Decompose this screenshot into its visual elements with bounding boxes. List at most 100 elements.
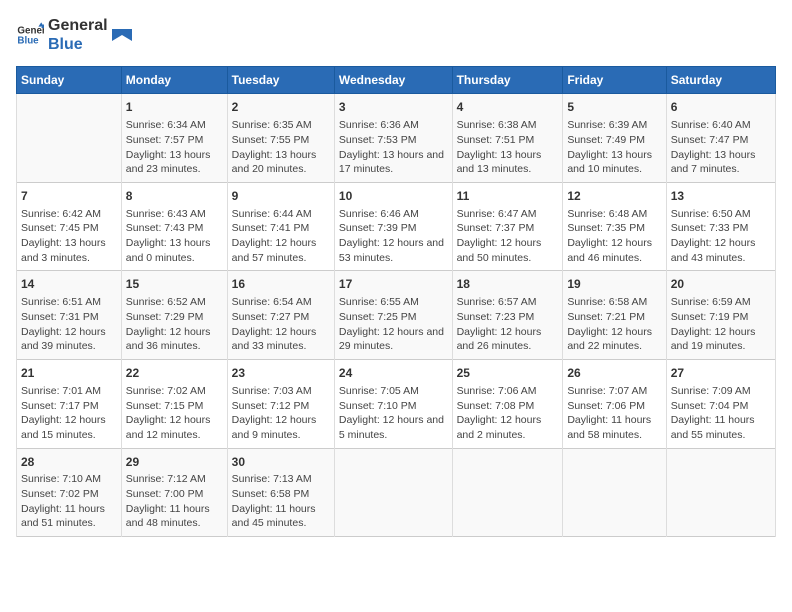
logo-chevron-icon xyxy=(112,25,132,45)
calendar-cell: 9 Sunrise: 6:44 AM Sunset: 7:41 PM Daylig… xyxy=(227,182,334,271)
day-content: Sunrise: 6:34 AM Sunset: 7:57 PM Dayligh… xyxy=(126,118,223,177)
day-content: Sunrise: 7:12 AM Sunset: 7:00 PM Dayligh… xyxy=(126,472,223,531)
day-number: 1 xyxy=(126,99,223,116)
logo-general: General xyxy=(48,16,108,35)
day-number: 16 xyxy=(232,276,330,293)
day-number: 7 xyxy=(21,188,117,205)
calendar-cell: 12 Sunrise: 6:48 AM Sunset: 7:35 PM Dayli… xyxy=(563,182,666,271)
day-content: Sunrise: 6:54 AM Sunset: 7:27 PM Dayligh… xyxy=(232,295,330,354)
day-content: Sunrise: 7:09 AM Sunset: 7:04 PM Dayligh… xyxy=(671,384,771,443)
day-number: 15 xyxy=(126,276,223,293)
day-content: Sunrise: 6:57 AM Sunset: 7:23 PM Dayligh… xyxy=(457,295,559,354)
calendar-cell: 5 Sunrise: 6:39 AM Sunset: 7:49 PM Daylig… xyxy=(563,94,666,183)
day-content: Sunrise: 6:50 AM Sunset: 7:33 PM Dayligh… xyxy=(671,207,771,266)
day-number: 19 xyxy=(567,276,661,293)
calendar-cell: 24Sunrise: 7:05 AM Sunset: 7:10 PM Dayli… xyxy=(334,360,452,449)
day-content: Sunrise: 6:40 AM Sunset: 7:47 PM Dayligh… xyxy=(671,118,771,177)
calendar-cell: 25 Sunrise: 7:06 AM Sunset: 7:08 PM Dayli… xyxy=(452,360,563,449)
day-content: Sunrise: 7:02 AM Sunset: 7:15 PM Dayligh… xyxy=(126,384,223,443)
calendar-cell: 29Sunrise: 7:12 AM Sunset: 7:00 PM Dayli… xyxy=(121,448,227,537)
calendar-cell: 6 Sunrise: 6:40 AM Sunset: 7:47 PM Daylig… xyxy=(666,94,775,183)
day-content: Sunrise: 6:39 AM Sunset: 7:49 PM Dayligh… xyxy=(567,118,661,177)
day-content: Sunrise: 6:59 AM Sunset: 7:19 PM Dayligh… xyxy=(671,295,771,354)
calendar-header-row: SundayMondayTuesdayWednesdayThursdayFrid… xyxy=(17,67,776,94)
calendar-cell: 14 Sunrise: 6:51 AM Sunset: 7:31 PM Dayli… xyxy=(17,271,122,360)
day-content: Sunrise: 7:13 AM Sunset: 6:58 PM Dayligh… xyxy=(232,472,330,531)
day-number: 4 xyxy=(457,99,559,116)
calendar-table: SundayMondayTuesdayWednesdayThursdayFrid… xyxy=(16,66,776,537)
calendar-cell: 28Sunrise: 7:10 AM Sunset: 7:02 PM Dayli… xyxy=(17,448,122,537)
day-content: Sunrise: 7:07 AM Sunset: 7:06 PM Dayligh… xyxy=(567,384,661,443)
day-content: Sunrise: 6:35 AM Sunset: 7:55 PM Dayligh… xyxy=(232,118,330,177)
day-content: Sunrise: 7:10 AM Sunset: 7:02 PM Dayligh… xyxy=(21,472,117,531)
calendar-cell: 16 Sunrise: 6:54 AM Sunset: 7:27 PM Dayli… xyxy=(227,271,334,360)
day-content: Sunrise: 6:58 AM Sunset: 7:21 PM Dayligh… xyxy=(567,295,661,354)
calendar-cell: 27 Sunrise: 7:09 AM Sunset: 7:04 PM Dayli… xyxy=(666,360,775,449)
day-number: 27 xyxy=(671,365,771,382)
day-content: Sunrise: 7:03 AM Sunset: 7:12 PM Dayligh… xyxy=(232,384,330,443)
page-header: General Blue General Blue xyxy=(16,16,776,54)
calendar-week-row: 28Sunrise: 7:10 AM Sunset: 7:02 PM Dayli… xyxy=(17,448,776,537)
calendar-week-row: 7 Sunrise: 6:42 AM Sunset: 7:45 PM Daylig… xyxy=(17,182,776,271)
day-content: Sunrise: 6:47 AM Sunset: 7:37 PM Dayligh… xyxy=(457,207,559,266)
day-number: 17 xyxy=(339,276,448,293)
header-friday: Friday xyxy=(563,67,666,94)
day-content: Sunrise: 6:51 AM Sunset: 7:31 PM Dayligh… xyxy=(21,295,117,354)
day-number: 6 xyxy=(671,99,771,116)
day-number: 22 xyxy=(126,365,223,382)
calendar-cell xyxy=(563,448,666,537)
logo-icon: General Blue xyxy=(16,21,44,49)
svg-text:Blue: Blue xyxy=(17,36,39,47)
calendar-cell: 10Sunrise: 6:46 AM Sunset: 7:39 PM Dayli… xyxy=(334,182,452,271)
day-content: Sunrise: 6:48 AM Sunset: 7:35 PM Dayligh… xyxy=(567,207,661,266)
day-number: 12 xyxy=(567,188,661,205)
day-content: Sunrise: 6:44 AM Sunset: 7:41 PM Dayligh… xyxy=(232,207,330,266)
calendar-week-row: 21 Sunrise: 7:01 AM Sunset: 7:17 PM Dayli… xyxy=(17,360,776,449)
calendar-cell: 20Sunrise: 6:59 AM Sunset: 7:19 PM Dayli… xyxy=(666,271,775,360)
calendar-week-row: 14 Sunrise: 6:51 AM Sunset: 7:31 PM Dayli… xyxy=(17,271,776,360)
calendar-cell xyxy=(452,448,563,537)
calendar-cell xyxy=(666,448,775,537)
day-number: 11 xyxy=(457,188,559,205)
day-number: 5 xyxy=(567,99,661,116)
day-content: Sunrise: 6:52 AM Sunset: 7:29 PM Dayligh… xyxy=(126,295,223,354)
day-content: Sunrise: 7:01 AM Sunset: 7:17 PM Dayligh… xyxy=(21,384,117,443)
day-content: Sunrise: 7:06 AM Sunset: 7:08 PM Dayligh… xyxy=(457,384,559,443)
day-number: 3 xyxy=(339,99,448,116)
day-number: 2 xyxy=(232,99,330,116)
calendar-cell: 22 Sunrise: 7:02 AM Sunset: 7:15 PM Dayli… xyxy=(121,360,227,449)
day-number: 8 xyxy=(126,188,223,205)
header-tuesday: Tuesday xyxy=(227,67,334,94)
day-content: Sunrise: 6:42 AM Sunset: 7:45 PM Dayligh… xyxy=(21,207,117,266)
calendar-cell: 17 Sunrise: 6:55 AM Sunset: 7:25 PM Dayli… xyxy=(334,271,452,360)
calendar-cell: 8 Sunrise: 6:43 AM Sunset: 7:43 PM Daylig… xyxy=(121,182,227,271)
calendar-cell: 18 Sunrise: 6:57 AM Sunset: 7:23 PM Dayli… xyxy=(452,271,563,360)
day-number: 18 xyxy=(457,276,559,293)
calendar-cell: 11 Sunrise: 6:47 AM Sunset: 7:37 PM Dayli… xyxy=(452,182,563,271)
calendar-cell: 1 Sunrise: 6:34 AM Sunset: 7:57 PM Daylig… xyxy=(121,94,227,183)
header-sunday: Sunday xyxy=(17,67,122,94)
day-number: 21 xyxy=(21,365,117,382)
calendar-cell: 3 Sunrise: 6:36 AM Sunset: 7:53 PM Daylig… xyxy=(334,94,452,183)
calendar-cell: 15 Sunrise: 6:52 AM Sunset: 7:29 PM Dayli… xyxy=(121,271,227,360)
day-content: Sunrise: 6:36 AM Sunset: 7:53 PM Dayligh… xyxy=(339,118,448,177)
calendar-cell: 2 Sunrise: 6:35 AM Sunset: 7:55 PM Daylig… xyxy=(227,94,334,183)
day-content: Sunrise: 6:38 AM Sunset: 7:51 PM Dayligh… xyxy=(457,118,559,177)
calendar-cell: 4 Sunrise: 6:38 AM Sunset: 7:51 PM Daylig… xyxy=(452,94,563,183)
day-content: Sunrise: 6:43 AM Sunset: 7:43 PM Dayligh… xyxy=(126,207,223,266)
calendar-week-row: 1 Sunrise: 6:34 AM Sunset: 7:57 PM Daylig… xyxy=(17,94,776,183)
calendar-cell: 23Sunrise: 7:03 AM Sunset: 7:12 PM Dayli… xyxy=(227,360,334,449)
calendar-cell xyxy=(334,448,452,537)
day-number: 14 xyxy=(21,276,117,293)
calendar-cell: 26 Sunrise: 7:07 AM Sunset: 7:06 PM Dayli… xyxy=(563,360,666,449)
day-number: 9 xyxy=(232,188,330,205)
logo-blue: Blue xyxy=(48,35,108,54)
day-content: Sunrise: 6:46 AM Sunset: 7:39 PM Dayligh… xyxy=(339,207,448,266)
calendar-cell: 19 Sunrise: 6:58 AM Sunset: 7:21 PM Dayli… xyxy=(563,271,666,360)
day-content: Sunrise: 6:55 AM Sunset: 7:25 PM Dayligh… xyxy=(339,295,448,354)
day-number: 26 xyxy=(567,365,661,382)
header-monday: Monday xyxy=(121,67,227,94)
day-number: 29 xyxy=(126,454,223,471)
day-number: 25 xyxy=(457,365,559,382)
header-wednesday: Wednesday xyxy=(334,67,452,94)
